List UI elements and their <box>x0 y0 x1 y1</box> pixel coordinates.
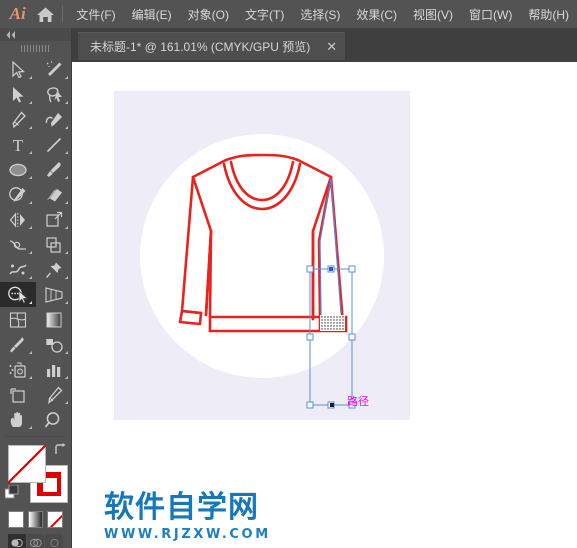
selected-cuff-fill <box>320 315 345 331</box>
draw-behind-mode-button[interactable] <box>26 534 45 548</box>
fill-swatch[interactable] <box>8 445 46 483</box>
tools-panel: T <box>0 28 72 548</box>
draw-inside-mode-button[interactable] <box>45 534 64 548</box>
slice-tool[interactable] <box>36 382 72 407</box>
illustrator-window: Ai 文件(F) 编辑(E) 对象(O) 文字(T) 选择(S) 效果(C) 视… <box>0 0 577 548</box>
shaper-tool[interactable] <box>0 182 36 207</box>
draw-mode-buttons <box>0 528 71 548</box>
symbol-sprayer-tool[interactable] <box>0 257 36 282</box>
color-mode-button[interactable] <box>8 511 24 528</box>
menu-object[interactable]: 对象(O) <box>180 2 237 27</box>
collapse-panel-button[interactable] <box>0 28 71 41</box>
blend-tool[interactable] <box>36 332 72 357</box>
menu-divider <box>62 6 64 22</box>
document-tab-label: 未标题-1* @ 161.01% (CMYK/GPU 预览) <box>90 40 311 54</box>
width-tool[interactable] <box>0 232 36 257</box>
fill-stroke-swatches <box>0 443 71 505</box>
draw-normal-mode-button[interactable] <box>8 534 26 548</box>
shape-builder-tool[interactable] <box>0 282 36 307</box>
lasso-tool[interactable] <box>36 82 72 107</box>
paintbrush-tool[interactable] <box>36 157 72 182</box>
perspective-grid-tool[interactable] <box>36 282 72 307</box>
svg-text:T: T <box>13 136 24 154</box>
eyedropper-tool[interactable] <box>0 332 36 357</box>
home-icon[interactable] <box>31 0 60 28</box>
menu-view[interactable]: 视图(V) <box>405 2 461 27</box>
none-mode-button[interactable] <box>47 511 64 528</box>
document-tab-bar: 未标题-1* @ 161.01% (CMYK/GPU 预览) ✕ <box>72 28 577 62</box>
default-fill-stroke-icon[interactable] <box>4 484 19 499</box>
panel-drag-handle[interactable] <box>0 41 71 55</box>
app-logo: Ai <box>9 4 26 23</box>
watermark: 软件自学网 WWW.RJZXW.COM <box>104 482 271 542</box>
fill-mode-buttons <box>0 505 71 528</box>
watermark-url: WWW.RJZXW.COM <box>104 527 271 542</box>
gradient-mode-button[interactable] <box>27 511 44 528</box>
menu-window[interactable]: 窗口(W) <box>461 2 520 27</box>
menu-select[interactable]: 选择(S) <box>292 2 348 27</box>
document-tab[interactable]: 未标题-1* @ 161.01% (CMYK/GPU 预览) ✕ <box>78 32 346 60</box>
sweater-artwork <box>140 134 384 409</box>
menu-bar: Ai 文件(F) 编辑(E) 对象(O) 文字(T) 选择(S) 效果(C) 视… <box>0 0 577 28</box>
selection-tool[interactable] <box>0 57 36 82</box>
column-graph-tool[interactable] <box>36 357 72 382</box>
direct-selection-tool[interactable] <box>0 82 36 107</box>
scale-tool[interactable] <box>36 207 72 232</box>
artboard-tool[interactable] <box>0 382 36 407</box>
mesh-tool[interactable] <box>0 307 36 332</box>
swap-fill-stroke-icon[interactable] <box>53 443 67 459</box>
canvas-area[interactable]: 路径 软件自学网 WWW.RJZXW.COM <box>72 62 577 548</box>
gradient-tool[interactable] <box>36 307 72 332</box>
ellipse-tool[interactable] <box>0 157 36 182</box>
hand-tool[interactable] <box>0 407 36 432</box>
close-icon[interactable]: ✕ <box>326 40 337 53</box>
push-pin-tool[interactable] <box>36 257 72 282</box>
curvature-tool[interactable] <box>36 107 72 132</box>
tool-separator <box>6 436 65 437</box>
zoom-tool[interactable] <box>36 407 72 432</box>
type-tool[interactable]: T <box>0 132 36 157</box>
reflect-tool[interactable] <box>0 207 36 232</box>
menu-type[interactable]: 文字(T) <box>237 2 292 27</box>
symbol-spray-tool[interactable] <box>0 357 36 382</box>
tool-grid: T <box>0 55 71 432</box>
menu-items: 文件(F) 编辑(E) 对象(O) 文字(T) 选择(S) 效果(C) 视图(V… <box>68 2 577 27</box>
menu-file[interactable]: 文件(F) <box>68 2 123 27</box>
menu-effect[interactable]: 效果(C) <box>348 2 405 27</box>
pen-tool[interactable] <box>0 107 36 132</box>
artboard[interactable]: 路径 <box>114 91 410 420</box>
eraser-tool[interactable] <box>36 182 72 207</box>
menu-edit[interactable]: 编辑(E) <box>124 2 180 27</box>
smart-guide-label: 路径 <box>347 395 369 408</box>
watermark-chinese: 软件自学网 <box>104 490 259 525</box>
magic-wand-tool[interactable] <box>36 57 72 82</box>
menu-help[interactable]: 帮助(H) <box>520 2 577 27</box>
line-segment-tool[interactable] <box>36 132 72 157</box>
free-transform-tool[interactable] <box>36 232 72 257</box>
